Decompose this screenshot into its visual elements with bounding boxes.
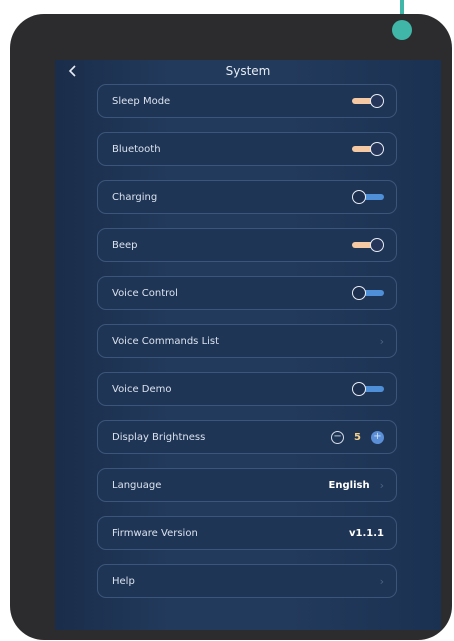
toggle-knob xyxy=(370,238,384,252)
toggle-knob xyxy=(352,190,366,204)
display-brightness-label: Display Brightness xyxy=(112,431,206,443)
sleep-mode-toggle[interactable] xyxy=(352,94,384,108)
brightness-decrease-button[interactable]: − xyxy=(331,430,345,444)
firmware-version-value: v1.1.1 xyxy=(349,527,384,539)
bluetooth-toggle[interactable] xyxy=(352,142,384,156)
voice-control-label: Voice Control xyxy=(112,287,178,299)
help-row[interactable]: Help › xyxy=(97,564,397,598)
indicator-dot xyxy=(392,20,412,40)
beep-toggle[interactable] xyxy=(352,238,384,252)
toggle-knob xyxy=(370,94,384,108)
chevron-right-icon: › xyxy=(379,334,384,348)
charging-toggle[interactable] xyxy=(352,190,384,204)
brightness-increase-button[interactable]: + xyxy=(371,430,384,444)
voice-commands-list-label: Voice Commands List xyxy=(112,335,220,347)
brightness-stepper: − 5 + xyxy=(331,430,384,444)
voice-control-toggle[interactable] xyxy=(352,286,384,300)
voice-demo-label: Voice Demo xyxy=(112,383,172,395)
language-row[interactable]: Language English › xyxy=(97,468,397,502)
voice-control-row: Voice Control xyxy=(97,276,397,310)
voice-demo-toggle[interactable] xyxy=(352,382,384,396)
chevron-right-icon: › xyxy=(379,574,384,588)
display-brightness-row: Display Brightness − 5 + xyxy=(97,420,397,454)
toggle-knob xyxy=(370,142,384,156)
language-value: English xyxy=(328,479,370,491)
firmware-version-label: Firmware Version xyxy=(112,527,198,539)
tablet-frame: System Sleep Mode Bluetooth Charging Bee… xyxy=(10,14,452,640)
voice-commands-list-row[interactable]: Voice Commands List › xyxy=(97,324,397,358)
page-title: System xyxy=(225,64,271,78)
screen: System Sleep Mode Bluetooth Charging Bee… xyxy=(55,60,441,630)
voice-demo-row: Voice Demo xyxy=(97,372,397,406)
bluetooth-row: Bluetooth xyxy=(97,132,397,166)
toggle-knob xyxy=(352,286,366,300)
help-label: Help xyxy=(112,575,135,587)
brightness-value: 5 xyxy=(354,431,361,443)
sleep-mode-label: Sleep Mode xyxy=(112,95,171,107)
top-bar: System xyxy=(55,60,441,82)
charging-label: Charging xyxy=(112,191,158,203)
beep-label: Beep xyxy=(112,239,138,251)
firmware-version-row: Firmware Version v1.1.1 xyxy=(97,516,397,550)
chevron-right-icon: › xyxy=(379,478,384,492)
language-label: Language xyxy=(112,479,162,491)
toggle-knob xyxy=(352,382,366,396)
bluetooth-label: Bluetooth xyxy=(112,143,161,155)
charging-row: Charging xyxy=(97,180,397,214)
sleep-mode-row: Sleep Mode xyxy=(97,84,397,118)
beep-row: Beep xyxy=(97,228,397,262)
